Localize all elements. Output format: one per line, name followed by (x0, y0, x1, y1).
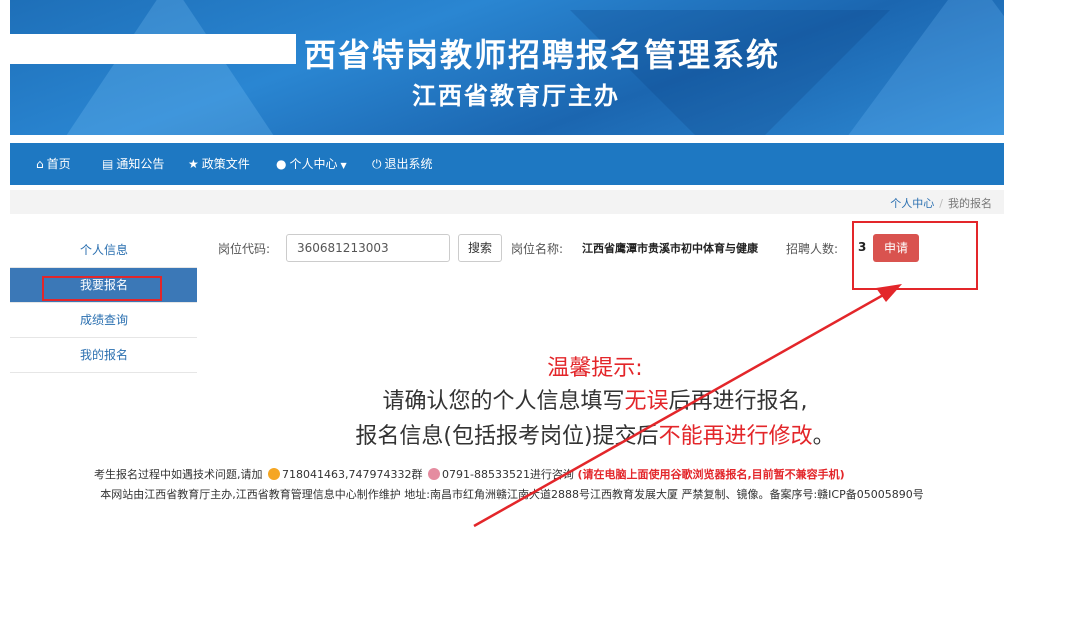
breadcrumb-current: 我的报名 (948, 197, 992, 210)
home-icon: ⌂ (36, 157, 44, 171)
phone-icon (427, 468, 440, 480)
tip-title: 温馨提示: (547, 356, 643, 381)
footer-qq: 718041463,747974332群 (282, 468, 423, 481)
main-navbar: ⌂ 首页 ▤ 通知公告 ★ 政策文件 ● 个人中心 ▼ ⏻ 退出系统 (10, 143, 1004, 185)
notice-icon: ▤ (102, 157, 114, 171)
tip-line-2-emphasis: 不能再进行修改 (658, 424, 813, 449)
footer-contact: 考生报名过程中如遇技术问题,请加 718041463,747974332群 07… (94, 466, 845, 482)
star-icon: ★ (188, 157, 199, 171)
nav-home-label: 首页 (46, 157, 71, 171)
position-code-input[interactable]: 360681213003 (286, 234, 450, 262)
sidebar-item-personal-info[interactable]: 个人信息 (10, 233, 197, 268)
tip-line-2-a: 报名信息(包括报考岗位)提交后 (355, 424, 659, 449)
hiring-count-label: 招聘人数: (786, 242, 839, 256)
footer-copyright: 本网站由江西省教育厅主办,江西省教育管理信息中心制作维护 地址:南昌市红角洲赣江… (100, 488, 924, 501)
user-icon: ● (276, 157, 287, 171)
search-button[interactable]: 搜索 (458, 234, 502, 262)
tip-line-2: 报名信息(包括报考岗位)提交后不能再进行修改。 (0, 418, 1080, 450)
system-title: 西省特岗教师招聘报名管理系统 (304, 36, 781, 74)
qq-icon (268, 468, 280, 480)
nav-logout-label: 退出系统 (384, 157, 433, 171)
banner-overlay-bar (10, 34, 296, 64)
nav-home[interactable]: ⌂ 首页 (36, 143, 71, 185)
nav-notice-label: 通知公告 (116, 157, 165, 171)
annotation-box-apply (852, 221, 978, 290)
position-code-label: 岗位代码: (218, 242, 271, 256)
nav-personal-center[interactable]: ● 个人中心 ▼ (276, 143, 347, 185)
breadcrumb-parent[interactable]: 个人中心 (890, 197, 934, 210)
header-banner: 西省特岗教师招聘报名管理系统 江西省教育厅主办 (10, 0, 1004, 135)
tip-line-1-b: 后再进行报名, (668, 389, 808, 414)
nav-notice[interactable]: ▤ 通知公告 (102, 143, 164, 185)
nav-policy-label: 政策文件 (201, 157, 250, 171)
tip-line-1: 请确认您的个人信息填写无误后再进行报名, (0, 383, 1080, 415)
footer-phone: 0791-88533521进行咨询 (441, 468, 574, 481)
position-name-value: 江西省鹰潭市贵溪市初中体育与健康 (582, 242, 758, 255)
chevron-down-icon: ▼ (340, 161, 347, 170)
breadcrumb-bar: 个人中心 / 我的报名 (10, 190, 1004, 214)
position-name-label: 岗位名称: (511, 242, 564, 256)
annotation-box-sidebar (42, 276, 162, 301)
footer-browser-notice: (请在电脑上面使用谷歌浏览器报名,目前暂不兼容手机) (577, 468, 845, 481)
sidebar-item-scores[interactable]: 成绩查询 (10, 303, 197, 338)
banner-decoration (830, 0, 1004, 135)
nav-policy[interactable]: ★ 政策文件 (188, 143, 250, 185)
banner-decoration (50, 0, 290, 135)
system-subtitle: 江西省教育厅主办 (412, 82, 620, 110)
tip-line-2-b: 。 (812, 424, 835, 449)
power-icon: ⏻ (372, 157, 382, 171)
nav-logout[interactable]: ⏻ 退出系统 (372, 143, 433, 185)
tip-line-1-emphasis: 无误 (624, 389, 669, 414)
nav-personal-label: 个人中心 (289, 157, 338, 171)
tip-line-1-a: 请确认您的个人信息填写 (382, 389, 625, 414)
footer-contact-text: 考生报名过程中如遇技术问题,请加 (94, 468, 263, 481)
breadcrumb-separator: / (939, 197, 943, 210)
breadcrumb: 个人中心 / 我的报名 (890, 195, 992, 211)
